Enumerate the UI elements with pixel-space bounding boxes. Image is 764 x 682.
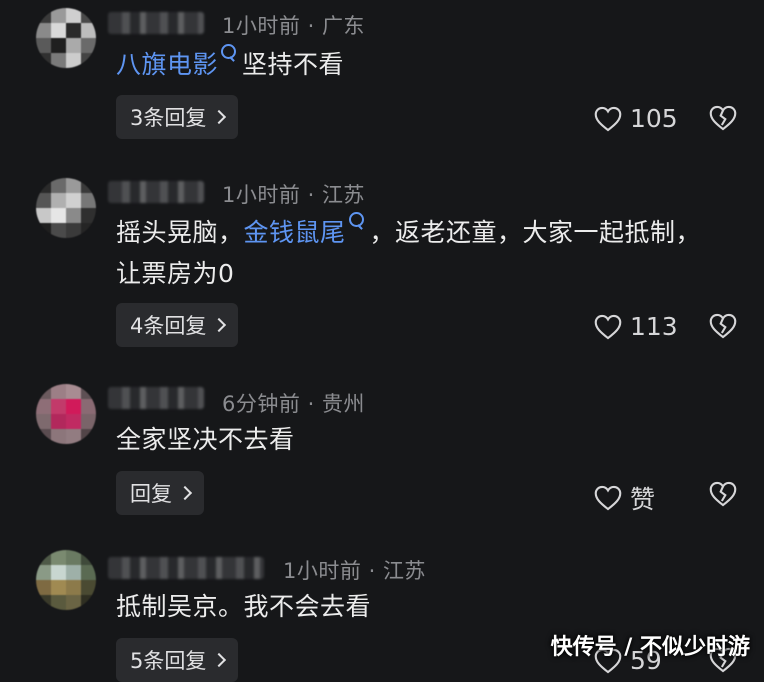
like-button[interactable]: 113 — [594, 312, 678, 341]
comment-text: 抵制吴京。我不会去看 — [116, 586, 736, 627]
reply-button-label: 3条回复 — [130, 106, 207, 130]
comment-text-segment: 坚持不看 — [242, 50, 345, 79]
heart-icon — [594, 106, 622, 131]
topic-link[interactable]: 金钱鼠尾 — [244, 218, 346, 247]
avatar[interactable] — [36, 178, 96, 238]
username-blurred[interactable] — [108, 387, 204, 409]
comment-meta: 1小时前 · 江苏 — [283, 555, 426, 585]
topic-link[interactable]: 八旗电影 — [116, 50, 218, 79]
reply-button-label: 回复 — [130, 482, 172, 506]
chevron-right-icon — [212, 109, 227, 125]
comment-text: 摇头晃脑，金钱鼠尾 ，返老还童，大家一起抵制， 让票房为0 — [116, 212, 736, 294]
broken-heart-icon[interactable] — [709, 105, 737, 131]
comment-text-segment: 全家坚决不去看 — [116, 425, 295, 454]
comment-text: 八旗电影 坚持不看 — [116, 44, 736, 85]
username-blurred[interactable] — [108, 557, 264, 579]
chevron-right-icon — [177, 485, 193, 501]
chevron-right-icon — [212, 652, 227, 668]
meta-separator: · — [307, 392, 315, 416]
comment-time: 1小时前 — [222, 14, 301, 38]
heart-icon — [594, 485, 622, 511]
comment-text-segment: 抵制吴京。我不会去看 — [116, 592, 372, 621]
username-blurred[interactable] — [108, 12, 204, 34]
comment-meta: 6分钟前 · 贵州 — [222, 388, 365, 418]
avatar[interactable] — [36, 550, 96, 610]
comment-text-segment: ，返老还童，大家一起抵制， — [369, 218, 702, 247]
like-count: 105 — [630, 104, 678, 133]
view-replies-button[interactable]: 5条回复 — [116, 638, 239, 682]
reply-button-label: 4条回复 — [130, 314, 207, 338]
broken-heart-icon[interactable] — [709, 481, 737, 507]
comment-location: 贵州 — [321, 392, 365, 416]
comment-meta: 1小时前 · 广东 — [222, 10, 365, 40]
comment-location: 广东 — [321, 14, 365, 38]
comment-text: 全家坚决不去看 — [116, 419, 736, 460]
broken-heart-icon[interactable] — [709, 313, 737, 339]
view-replies-button[interactable]: 3条回复 — [116, 95, 239, 139]
comment-text-segment: 摇头晃脑， — [116, 218, 244, 247]
comment-meta: 1小时前 · 江苏 — [222, 179, 365, 209]
like-button[interactable]: 赞 — [594, 480, 655, 516]
reply-button-label: 5条回复 — [130, 649, 207, 673]
comment-text-segment: 让票房为0 — [116, 259, 235, 288]
chevron-right-icon — [212, 317, 227, 333]
meta-separator: · — [368, 559, 376, 583]
watermark: 快传号 / 不似少时游 — [550, 635, 750, 660]
comment-location: 江苏 — [382, 559, 426, 583]
like-count: 113 — [630, 312, 678, 341]
like-button[interactable]: 105 — [594, 104, 678, 133]
heart-icon — [594, 314, 622, 339]
username-blurred[interactable] — [108, 181, 204, 203]
avatar[interactable] — [36, 8, 96, 68]
comment-time: 1小时前 — [283, 559, 362, 583]
comment-time: 6分钟前 — [222, 392, 301, 416]
avatar[interactable] — [36, 384, 96, 444]
view-replies-button[interactable]: 4条回复 — [116, 303, 239, 347]
search-icon — [221, 44, 237, 59]
search-icon — [348, 212, 364, 227]
like-label: 赞 — [630, 485, 656, 514]
comment-time: 1小时前 — [222, 183, 301, 207]
reply-button[interactable]: 回复 — [116, 471, 204, 515]
comment-location: 江苏 — [321, 183, 365, 207]
meta-separator: · — [307, 14, 315, 38]
meta-separator: · — [307, 183, 315, 207]
